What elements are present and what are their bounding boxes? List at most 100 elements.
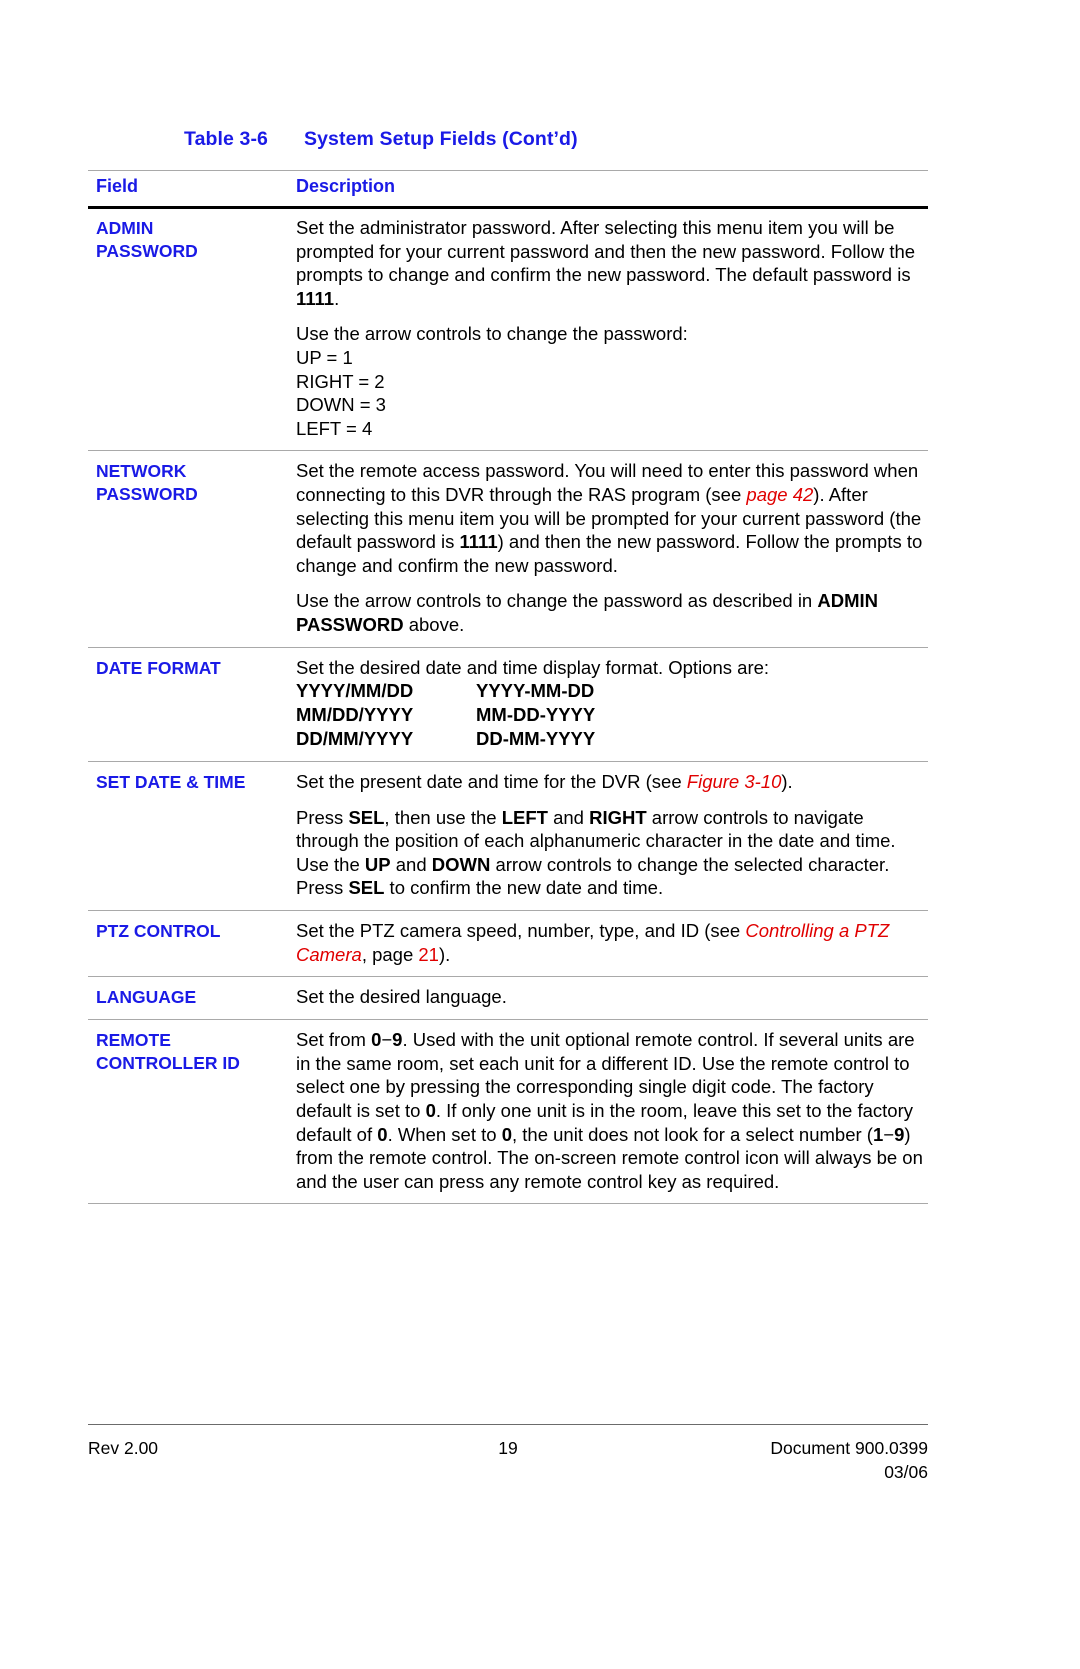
key-label: UP: [364, 853, 391, 875]
text-segment: Set the administrator password. After se…: [296, 217, 916, 286]
text-segment: Set the desired date and time display fo…: [296, 656, 770, 678]
footer-rule: [88, 1424, 928, 1425]
bold-value: 1111: [459, 531, 498, 553]
option-row: DD/MM/YYYY DD-MM-YYYY: [296, 727, 928, 751]
field-label-line1: SET DATE & TIME: [96, 772, 246, 793]
text-segment: and: [390, 853, 432, 875]
text-segment: Use the arrow controls to change the pas…: [296, 590, 818, 612]
field-label-line1: REMOTE: [96, 1030, 171, 1051]
field-label-line2: CONTROLLER ID: [96, 1053, 240, 1074]
table-caption: Table 3-6 System Setup Fields (Cont’d): [88, 128, 928, 151]
cross-reference-link[interactable]: page 42: [746, 484, 813, 505]
key-label: DOWN: [431, 853, 491, 875]
row-description-network-password: Set the remote access password. You will…: [296, 451, 928, 646]
paragraph: Set the administrator password. After se…: [296, 216, 928, 310]
table-row: LANGUAGE Set the desired language.: [88, 976, 928, 1019]
paragraph: Set from 0−9. Used with the unit optiona…: [296, 1028, 928, 1193]
option-left: YYYY/MM/DD: [296, 680, 414, 702]
bold-value: 1: [872, 1123, 884, 1145]
text-segment: Set the desired language.: [296, 986, 507, 1008]
arrow-line: LEFT = 4: [296, 417, 373, 439]
field-label-line1: LANGUAGE: [96, 987, 197, 1008]
arrow-line: UP = 1: [296, 346, 353, 368]
arrow-mapping-list: UP = 1 RIGHT = 2 DOWN = 3 LEFT = 4: [296, 346, 928, 440]
field-label-line1: PTZ CONTROL: [96, 921, 221, 942]
paragraph: Set the desired date and time display fo…: [296, 656, 928, 680]
bold-value: 0: [371, 1029, 382, 1051]
row-description-remote-controller-id: Set from 0−9. Used with the unit optiona…: [296, 1020, 928, 1203]
paragraph: Use the arrow controls to change the pas…: [296, 589, 928, 636]
option-left: MM/DD/YYYY: [296, 704, 414, 726]
text-segment: . When set to: [387, 1123, 502, 1145]
paragraph: Set the remote access password. You will…: [296, 459, 928, 577]
column-header-description: Description: [296, 176, 396, 196]
text-segment: and: [547, 806, 590, 828]
key-label: RIGHT: [589, 806, 647, 828]
row-description-date-format: Set the desired date and time display fo…: [296, 648, 928, 762]
row-field-remote-controller-id: REMOTE CONTROLLER ID: [88, 1020, 296, 1085]
field-label-line1: DATE FORMAT: [96, 657, 221, 678]
row-field-set-date-time: SET DATE & TIME: [88, 762, 296, 804]
text-segment: Set the present date and time for the DV…: [296, 771, 687, 793]
bold-value: 0: [425, 1100, 436, 1122]
footer-date: 03/06: [884, 1462, 928, 1482]
text-segment: Use the arrow controls to change the pas…: [296, 323, 688, 345]
option-row: MM/DD/YYYY MM-DD-YYYY: [296, 703, 928, 727]
field-label-line1: NETWORK: [96, 461, 187, 482]
field-label-line2: PASSWORD: [96, 484, 198, 505]
row-field-network-password: NETWORK PASSWORD: [88, 451, 296, 516]
cross-reference-page[interactable]: 21: [418, 944, 439, 965]
table-top-rule: [88, 170, 928, 171]
text-segment: ).: [438, 943, 451, 965]
row-field-language: LANGUAGE: [88, 977, 296, 1019]
table-bottom-rule: [88, 1203, 928, 1204]
row-field-admin-password: ADMIN PASSWORD: [88, 208, 296, 273]
table-caption-title: System Setup Fields (Cont’d): [304, 128, 578, 150]
document-page: Table 3-6 System Setup Fields (Cont’d) Fi…: [0, 0, 1080, 1669]
option-right: YYYY-MM-DD: [476, 680, 595, 702]
text-segment: , page: [361, 943, 419, 965]
table-row: NETWORK PASSWORD Set the remote access p…: [88, 450, 928, 646]
table-caption-number: Table 3-6: [184, 128, 268, 150]
key-label: SEL: [348, 877, 385, 899]
field-label-line1: ADMIN: [96, 218, 154, 238]
paragraph: Press SEL, then use the LEFT and RIGHT a…: [296, 806, 928, 900]
footer-document-number: Document 900.0399: [770, 1438, 928, 1458]
paragraph: Set the present date and time for the DV…: [296, 770, 928, 794]
table-body: ADMIN PASSWORD Set the administrator pas…: [88, 208, 928, 1203]
row-description-admin-password: Set the administrator password. After se…: [296, 208, 928, 450]
text-segment: Set from: [296, 1029, 372, 1051]
table-row: ADMIN PASSWORD Set the administrator pas…: [88, 208, 928, 450]
option-row: YYYY/MM/DD YYYY-MM-DD: [296, 679, 928, 703]
row-description-language: Set the desired language.: [296, 977, 928, 1019]
row-field-date-format: DATE FORMAT: [88, 648, 296, 690]
option-right: MM-DD-YYYY: [476, 704, 596, 726]
bold-value: 1111: [296, 287, 335, 309]
table-row: DATE FORMAT Set the desired date and tim…: [88, 646, 928, 762]
range-dash: −: [381, 1029, 393, 1051]
option-right: DD-MM-YYYY: [476, 728, 596, 750]
key-label: LEFT: [501, 806, 548, 828]
bold-value: 9: [894, 1123, 905, 1145]
bold-value: 0: [377, 1123, 388, 1145]
row-description-set-date-time: Set the present date and time for the DV…: [296, 762, 928, 910]
text-segment: ).: [781, 771, 793, 793]
arrow-line: DOWN = 3: [296, 394, 386, 416]
text-segment: to confirm the new date and time.: [384, 877, 664, 899]
text-segment: Set the PTZ camera speed, number, type, …: [296, 920, 746, 942]
column-header-field: Field: [96, 176, 139, 196]
text-segment: Press: [296, 806, 349, 828]
bold-value: 9: [392, 1029, 403, 1051]
key-label: SEL: [348, 806, 385, 828]
range-dash: −: [883, 1123, 895, 1145]
paragraph: Use the arrow controls to change the pas…: [296, 322, 928, 346]
field-label-line2: PASSWORD: [96, 241, 198, 261]
table-row: SET DATE & TIME Set the present date and…: [88, 761, 928, 910]
text-segment: , the unit does not look for a select nu…: [512, 1123, 873, 1145]
text-segment: .: [334, 287, 340, 309]
row-field-ptz-control: PTZ CONTROL: [88, 911, 296, 953]
cross-reference-link[interactable]: Figure 3-10: [687, 771, 782, 792]
arrow-line: RIGHT = 2: [296, 370, 385, 392]
bold-value: 0: [501, 1123, 512, 1145]
text-segment: above.: [403, 613, 465, 635]
